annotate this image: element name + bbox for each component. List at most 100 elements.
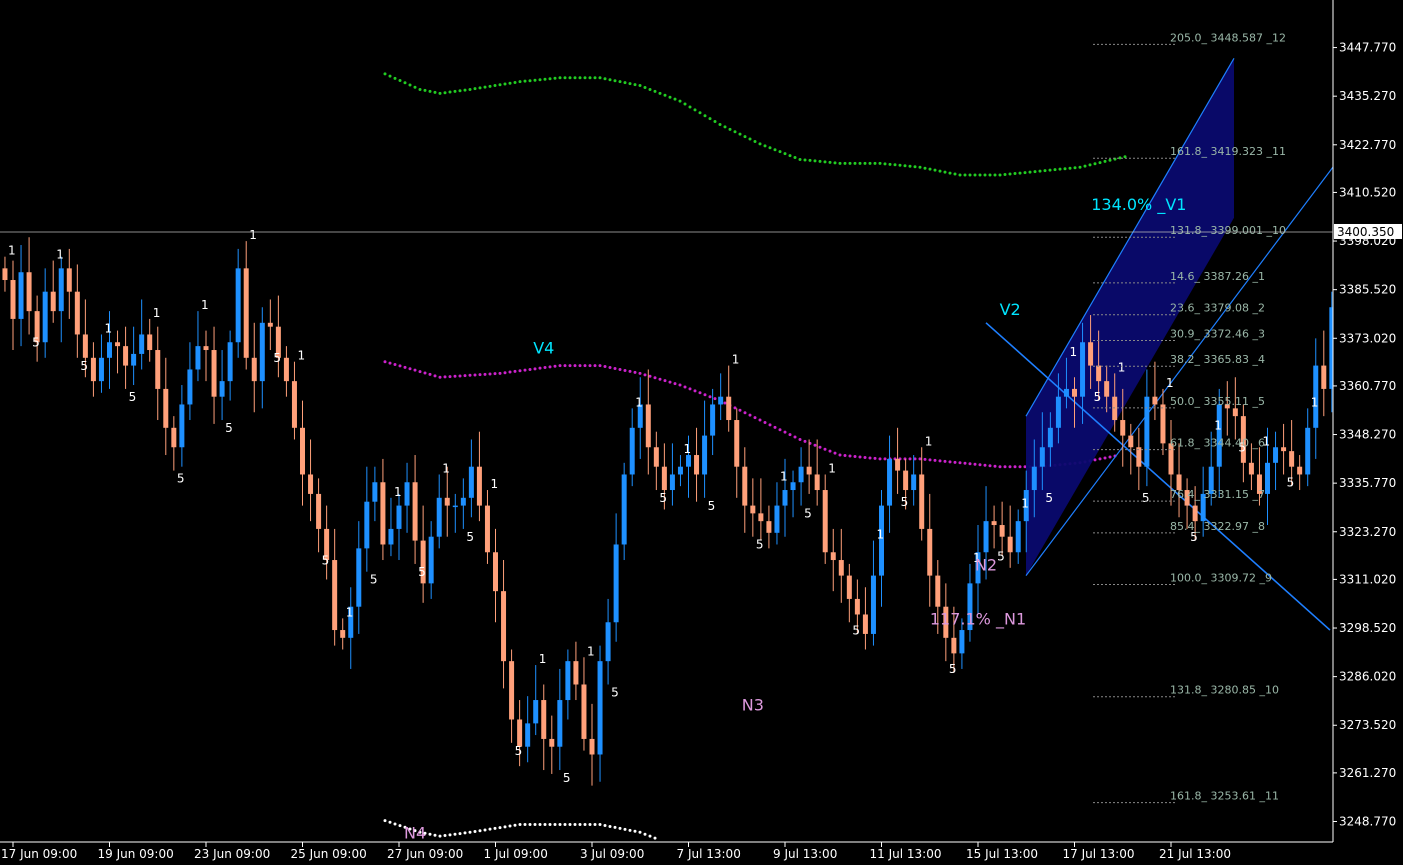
middle-band-dot bbox=[438, 375, 442, 379]
lower-band-dot bbox=[643, 832, 647, 836]
middle-band-dot bbox=[838, 453, 842, 457]
middle-band-dot bbox=[608, 366, 612, 370]
lower-band-dot bbox=[608, 824, 612, 828]
candle-body bbox=[147, 334, 153, 351]
upper-band-dot bbox=[1003, 173, 1007, 177]
upper-band-dot bbox=[823, 160, 827, 164]
y-tick-label: 3422.770 bbox=[1339, 138, 1396, 152]
candle-body bbox=[677, 466, 683, 475]
upper-band-dot bbox=[383, 72, 387, 76]
upper-band-dot bbox=[433, 90, 437, 94]
upper-band-dot bbox=[813, 159, 817, 163]
middle-band-dot bbox=[958, 461, 962, 465]
x-tick-label: 27 Jun 09:00 bbox=[387, 847, 463, 861]
bar-marker-one: 1 bbox=[442, 461, 450, 475]
bar-marker-five: 5 bbox=[1094, 390, 1102, 404]
upper-band-dot bbox=[708, 117, 712, 121]
middle-band-dot bbox=[408, 367, 412, 371]
upper-band-dot bbox=[648, 87, 652, 91]
upper-band-dot bbox=[863, 161, 867, 165]
price-chart[interactable]: 151515151515 1515151515151515151515151515… bbox=[0, 0, 1403, 865]
upper-band-dot bbox=[588, 76, 592, 80]
fib-level-label: 61.8_ 3344.40 _6 bbox=[1170, 437, 1265, 450]
candle-body bbox=[501, 591, 507, 662]
bar-marker-one: 1 bbox=[925, 434, 933, 448]
middle-band-dot bbox=[628, 369, 632, 373]
candle-body bbox=[107, 342, 112, 358]
y-tick-label: 3335.770 bbox=[1339, 476, 1396, 490]
candle-body bbox=[66, 268, 72, 292]
middle-band-dot bbox=[953, 460, 957, 464]
middle-band-dot bbox=[598, 364, 602, 368]
candle-body bbox=[163, 388, 169, 428]
candle-body bbox=[862, 614, 868, 634]
y-tick-label: 3286.020 bbox=[1339, 670, 1396, 684]
upper-band-dot bbox=[943, 170, 947, 174]
current-price-label: 3400.350 bbox=[1337, 225, 1394, 239]
lower-band-dot bbox=[628, 828, 632, 832]
lower-band-dot bbox=[523, 822, 527, 826]
upper-band-dot bbox=[1028, 170, 1032, 174]
upper-band-dot bbox=[613, 79, 617, 83]
middle-band-dot bbox=[803, 439, 807, 443]
upper-band-dot bbox=[603, 77, 607, 81]
upper-band-dot bbox=[508, 81, 512, 85]
upper-band-dot bbox=[523, 79, 527, 83]
candle-body bbox=[999, 525, 1005, 537]
candle-body bbox=[1265, 462, 1270, 494]
middle-band-dot bbox=[683, 385, 687, 389]
bar-marker-one: 1 bbox=[1021, 496, 1029, 510]
upper-band-dot bbox=[528, 79, 532, 83]
bands-layer bbox=[383, 72, 1127, 840]
candle-body bbox=[98, 357, 104, 382]
lower-band-dot bbox=[618, 826, 622, 830]
upper-band-dot bbox=[423, 88, 427, 92]
lower-band-dot bbox=[538, 822, 542, 826]
upper-band-dot bbox=[808, 158, 812, 162]
middle-band-dot bbox=[933, 458, 937, 462]
upper-band-dot bbox=[643, 86, 647, 90]
x-tick-label: 19 Jun 09:00 bbox=[98, 847, 174, 861]
middle-band-dot bbox=[588, 364, 592, 368]
lower-band-dot bbox=[603, 823, 607, 827]
candle-body bbox=[983, 521, 989, 553]
candle-body bbox=[74, 291, 80, 335]
candle-body bbox=[895, 458, 901, 471]
middle-band-dot bbox=[883, 457, 887, 461]
candle-body bbox=[2, 268, 8, 281]
upper-band-dot bbox=[493, 84, 497, 88]
bar-marker-five: 5 bbox=[370, 573, 378, 587]
candle-body bbox=[887, 458, 893, 506]
middle-band-dot bbox=[868, 456, 872, 460]
fib-level-label: 100.0_ 3309.72 _9 bbox=[1170, 571, 1272, 584]
upper-band-dot bbox=[753, 139, 757, 143]
lower-band-dot bbox=[448, 833, 452, 837]
upper-band-dot bbox=[958, 173, 962, 177]
candle-body bbox=[991, 521, 997, 526]
upper-band-dot bbox=[903, 164, 907, 168]
middle-band-dot bbox=[938, 459, 942, 463]
lower-band-dot bbox=[528, 822, 532, 826]
candle-body bbox=[790, 482, 796, 491]
candle-body bbox=[267, 322, 273, 327]
upper-band-dot bbox=[483, 85, 487, 89]
bar-marker-five: 5 bbox=[80, 359, 88, 373]
candle-body bbox=[1128, 435, 1134, 448]
candle-body bbox=[1055, 396, 1061, 428]
bar-marker-one: 1 bbox=[1069, 345, 1077, 359]
upper-band-dot bbox=[693, 108, 697, 112]
upper-band-dot bbox=[443, 91, 447, 95]
upper-band-dot bbox=[633, 83, 637, 87]
upper-band-dot bbox=[618, 80, 622, 84]
candle-body bbox=[605, 622, 611, 662]
candle-body bbox=[613, 544, 619, 623]
upper-band-dot bbox=[1023, 171, 1027, 175]
candle-body bbox=[629, 427, 635, 475]
candle-body bbox=[26, 272, 32, 312]
candle-body bbox=[50, 291, 56, 312]
upper-band-dot bbox=[938, 169, 942, 173]
candle-body bbox=[525, 723, 531, 747]
candle-body bbox=[822, 490, 828, 553]
upper-band-dot bbox=[578, 76, 582, 80]
upper-band-dot bbox=[683, 102, 687, 106]
